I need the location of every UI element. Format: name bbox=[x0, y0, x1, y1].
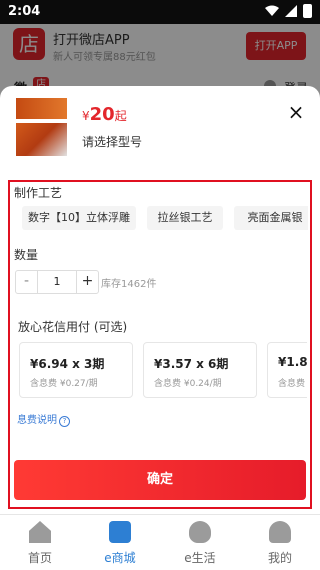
nav-label: e商城 bbox=[104, 551, 136, 565]
nav-label: 首页 bbox=[27, 551, 52, 565]
fee-info-link[interactable]: 息费说明? bbox=[17, 411, 70, 427]
installment-cards: ¥6.94 x 3期 含息费 ¥0.27/期 ¥3.57 x 6期 含息费 ¥0… bbox=[19, 342, 307, 402]
nav-item-me[interactable]: 我的 bbox=[240, 515, 320, 570]
installment-card-sub: 含息费 ¥0.24/期 bbox=[154, 379, 222, 389]
installment-title: 放心花信用付 (可选) bbox=[18, 320, 128, 334]
stock-text: 库存1462件 bbox=[101, 279, 157, 290]
bottom-nav: 首页 e商城 e生活 我的 bbox=[0, 514, 320, 570]
home-icon bbox=[29, 521, 51, 543]
installment-card-title: ¥1.89 bbox=[278, 355, 307, 369]
quantity-stepper: - 1 + bbox=[15, 270, 99, 294]
nav-item-home[interactable]: 首页 bbox=[0, 515, 80, 570]
quantity-minus-button[interactable]: - bbox=[16, 271, 38, 293]
installment-card[interactable]: ¥1.89 含息费 bbox=[267, 342, 307, 398]
installment-card[interactable]: ¥6.94 x 3期 含息费 ¥0.27/期 bbox=[19, 342, 133, 398]
choose-model-text: 请选择型号 bbox=[82, 135, 143, 149]
craft-title: 制作工艺 bbox=[14, 186, 63, 200]
product-price: ¥20起 bbox=[82, 104, 127, 125]
craft-option[interactable]: 亮面金属银 bbox=[234, 206, 308, 230]
status-bar: 2:04 bbox=[0, 0, 320, 24]
installment-card[interactable]: ¥3.57 x 6期 含息费 ¥0.24/期 bbox=[143, 342, 257, 398]
person-icon bbox=[269, 521, 291, 543]
craft-option[interactable]: 拉丝银工艺 bbox=[147, 206, 223, 230]
installment-card-title: ¥3.57 x 6期 bbox=[154, 357, 229, 371]
installment-card-title: ¥6.94 x 3期 bbox=[30, 357, 105, 371]
wifi-icon bbox=[265, 5, 279, 16]
quantity-plus-button[interactable]: + bbox=[76, 271, 98, 293]
sku-selector-sheet: ¥20起 请选择型号 × 制作工艺 数字【10】立体浮雕 拉丝银工艺 亮面金属银… bbox=[0, 86, 320, 514]
help-icon: ? bbox=[59, 416, 70, 427]
product-image-top bbox=[16, 98, 67, 119]
options-highlight-box: 制作工艺 数字【10】立体浮雕 拉丝银工艺 亮面金属银 数量 - 1 + 库存1… bbox=[8, 180, 312, 509]
installment-card-sub: 含息费 ¥0.27/期 bbox=[30, 379, 98, 389]
clover-icon bbox=[189, 521, 211, 543]
status-icons bbox=[265, 4, 312, 18]
battery-icon bbox=[303, 4, 312, 18]
quantity-title: 数量 bbox=[14, 248, 39, 262]
nav-label: e生活 bbox=[184, 551, 216, 565]
confirm-button[interactable]: 确定 bbox=[14, 460, 306, 500]
craft-option[interactable]: 数字【10】立体浮雕 bbox=[22, 206, 136, 230]
close-icon[interactable]: × bbox=[284, 100, 308, 124]
shopping-bag-icon bbox=[109, 521, 131, 543]
nav-label: 我的 bbox=[267, 551, 292, 565]
nav-item-mall[interactable]: e商城 bbox=[80, 515, 160, 570]
nav-item-life[interactable]: e生活 bbox=[160, 515, 240, 570]
signal-icon bbox=[285, 5, 297, 17]
price-currency: ¥ bbox=[82, 109, 90, 123]
price-value: 20 bbox=[89, 104, 115, 125]
product-thumbnail bbox=[16, 98, 67, 156]
fee-info-label: 息费说明 bbox=[17, 415, 57, 426]
product-image-bottom bbox=[16, 123, 67, 156]
installment-card-sub: 含息费 bbox=[278, 379, 306, 389]
status-time: 2:04 bbox=[8, 4, 41, 19]
price-unit: 起 bbox=[114, 109, 127, 123]
quantity-input[interactable]: 1 bbox=[38, 271, 76, 293]
craft-options: 数字【10】立体浮雕 拉丝银工艺 亮面金属银 bbox=[14, 206, 308, 234]
